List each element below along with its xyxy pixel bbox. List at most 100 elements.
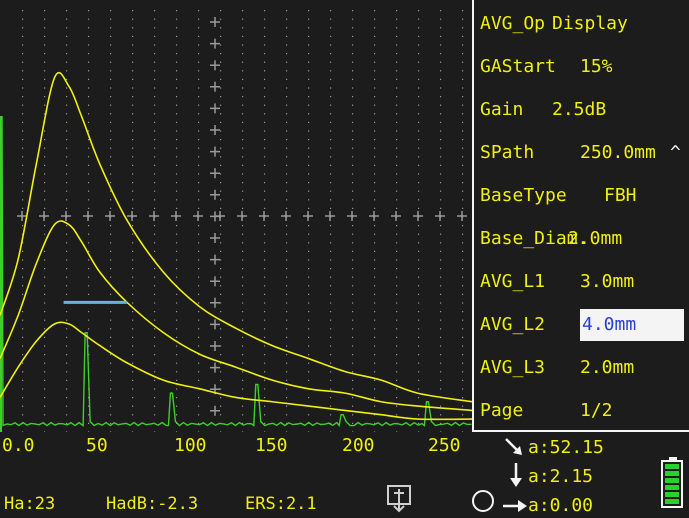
a-scan-plot: [0, 10, 472, 432]
grid-dot: [286, 405, 288, 407]
grid-dot: [110, 44, 112, 46]
scroll-up-icon[interactable]: ^: [670, 136, 681, 170]
grid-dot: [352, 397, 354, 399]
grid-dot: [66, 18, 68, 20]
grid-dot: [198, 121, 200, 123]
x-tick-label: 0.0: [2, 435, 35, 456]
grid-dot: [418, 362, 420, 364]
grid-dot: [176, 250, 178, 252]
grid-dot: [462, 302, 464, 304]
grid-dot: [440, 147, 442, 149]
grid-dot: [154, 164, 156, 166]
grid-dot: [110, 319, 112, 321]
grid-dot: [396, 293, 398, 295]
menu-row-basetype[interactable]: BaseType FBH: [480, 179, 685, 213]
grid-dot: [264, 354, 266, 356]
grid-dot: [198, 379, 200, 381]
grid-dot: [88, 156, 90, 158]
grid-dot: [352, 328, 354, 330]
menu-row-gain[interactable]: Gain 2.5dB: [480, 93, 685, 127]
grid-dot: [66, 285, 68, 287]
grid-dot: [132, 53, 134, 55]
menu-row-avg-l2[interactable]: AVG_L2 4.0mm: [480, 308, 685, 342]
menu-row-spath[interactable]: SPath 250.0mm ^: [480, 136, 685, 170]
grid-dot: [462, 156, 464, 158]
avg-curves: [0, 71, 472, 421]
grid-dot: [352, 18, 354, 20]
grid-dot: [66, 207, 68, 209]
grid-dot: [66, 397, 68, 399]
menu-row-value-selected[interactable]: 4.0mm: [580, 309, 684, 341]
grid-dot: [154, 285, 156, 287]
grid-dot: [462, 139, 464, 141]
grid-dot: [44, 354, 46, 356]
menu-row-value: 2.5dB: [552, 99, 607, 120]
menu-row-page[interactable]: Page 1/2: [480, 394, 685, 428]
grid-dot: [440, 113, 442, 115]
grid-dot: [44, 233, 46, 235]
grid-dot: [330, 96, 332, 98]
grid-dot: [242, 113, 244, 115]
menu-row-avg-l1[interactable]: AVG_L1 3.0mm: [480, 265, 685, 299]
grid-dot: [330, 379, 332, 381]
menu-row-label: SPath: [480, 142, 535, 163]
grid-dot: [374, 354, 376, 356]
grid-cross: [347, 211, 357, 221]
grid-dot: [110, 293, 112, 295]
grid-dot: [374, 276, 376, 278]
grid-dot: [374, 336, 376, 338]
grid-dot: [374, 379, 376, 381]
menu-row-base-diam[interactable]: Base_Diam. 2.0mm: [480, 222, 685, 256]
grid-dot: [88, 70, 90, 72]
menu-row-gastart[interactable]: GAStart 15%: [480, 50, 685, 84]
grid-dot: [66, 44, 68, 46]
grid-dot: [352, 35, 354, 37]
grid-dot: [418, 44, 420, 46]
grid-dot: [242, 199, 244, 201]
grid-dot: [132, 35, 134, 37]
freeze-icon[interactable]: [386, 484, 412, 514]
grid-cross: [413, 211, 423, 221]
grid-dot: [132, 61, 134, 63]
grid-dot: [242, 35, 244, 37]
menu-row-avg-l3[interactable]: AVG_L3 2.0mm: [480, 351, 685, 385]
grid-dot: [264, 242, 266, 244]
grid-dot: [462, 276, 464, 278]
grid-dot: [242, 405, 244, 407]
grid-cross: [210, 17, 220, 27]
grid-dot: [22, 311, 24, 313]
grid-dot: [462, 328, 464, 330]
grid-dot: [462, 336, 464, 338]
grid-dot: [352, 53, 354, 55]
grid-dot: [396, 27, 398, 29]
menu-row-label: GAStart: [480, 56, 556, 77]
grid-dot: [418, 121, 420, 123]
grid-dot: [22, 225, 24, 227]
grid-dot: [418, 199, 420, 201]
grid-dot: [66, 242, 68, 244]
grid-dot: [220, 190, 222, 192]
grid-dot: [264, 190, 266, 192]
grid-dot: [132, 139, 134, 141]
grid-dot: [286, 233, 288, 235]
grid-dot: [242, 164, 244, 166]
grid-dot: [198, 405, 200, 407]
grid-dot: [154, 10, 156, 12]
grid-cross: [281, 211, 291, 221]
grid-dot: [242, 242, 244, 244]
menu-row-avg-op[interactable]: AVG_Op Display: [480, 7, 685, 41]
grid-dot: [132, 190, 134, 192]
grid-dot: [418, 53, 420, 55]
grid-dot: [44, 414, 46, 416]
grid-dot: [418, 87, 420, 89]
grid-dot: [176, 78, 178, 80]
grid-dot: [396, 285, 398, 287]
grid-dot: [132, 319, 134, 321]
grid-dot: [264, 164, 266, 166]
grid-cross: [210, 276, 220, 287]
grid-dot: [132, 302, 134, 304]
grid-dot: [462, 78, 464, 80]
grid-dot: [88, 18, 90, 20]
grid-dot: [396, 242, 398, 244]
grid-dot: [220, 379, 222, 381]
